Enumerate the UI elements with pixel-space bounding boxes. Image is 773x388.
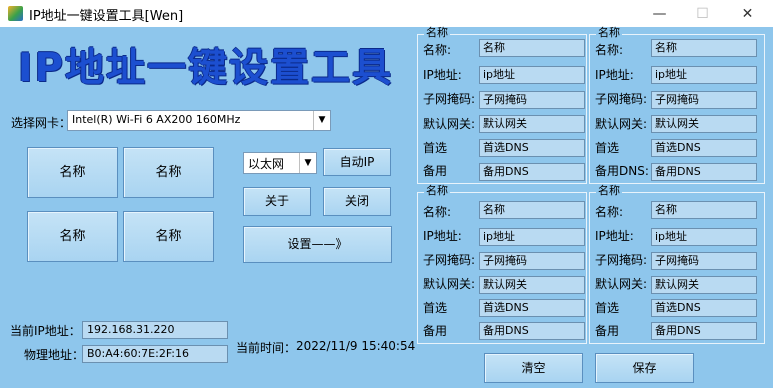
ip-label: IP地址: <box>423 68 462 82</box>
preset-button-1[interactable]: 名称 <box>27 147 118 198</box>
close-button[interactable]: 关闭 <box>323 187 391 216</box>
chevron-down-icon: ▼ <box>299 153 316 173</box>
name-label: 名称: <box>595 205 624 219</box>
primary-dns-input[interactable]: 首选DNS <box>651 139 757 157</box>
apply-settings-button[interactable]: 设置——》 <box>243 226 392 263</box>
secondary-dns-input[interactable]: 备用DNS <box>479 163 585 181</box>
current-time-value: 2022/11/9 15:40:54 <box>296 339 416 353</box>
chevron-down-icon: ▼ <box>313 111 330 130</box>
preset-group-2: 名称 名称: 名称 IP地址: ip地址 子网掩码: 子网掩码 默认网关: 默认… <box>589 27 765 184</box>
gateway-label: 默认网关: <box>423 117 476 131</box>
auto-ip-button[interactable]: 自动IP <box>323 148 391 176</box>
gateway-input[interactable]: 默认网关 <box>651 276 757 294</box>
app-icon <box>8 6 23 21</box>
subnet-label: 子网掩码: <box>423 92 476 106</box>
preset-group-3: 名称 名称: 名称 IP地址: ip地址 子网掩码: 子网掩码 默认网关: 默认… <box>417 185 587 344</box>
group-title: 名称 <box>596 184 622 197</box>
gateway-input[interactable]: 默认网关 <box>479 115 585 133</box>
connection-type-select[interactable]: 以太网 ▼ <box>243 152 317 174</box>
primary-dns-label: 首选 <box>595 141 620 155</box>
subnet-input[interactable]: 子网掩码 <box>651 252 757 270</box>
ip-input[interactable]: ip地址 <box>651 228 757 246</box>
preset-group-4: 名称 名称: 名称 IP地址: ip地址 子网掩码: 子网掩码 默认网关: 默认… <box>589 185 765 344</box>
mac-address-field: B0:A4:60:7E:2F:16 <box>82 345 228 363</box>
name-input[interactable]: 名称 <box>651 201 757 219</box>
secondary-dns-input[interactable]: 备用DNS <box>651 163 757 181</box>
gateway-label: 默认网关: <box>423 277 476 291</box>
subnet-label: 子网掩码: <box>595 92 648 106</box>
minimize-button[interactable]: — <box>637 2 682 26</box>
window-title: IP地址一键设置工具[Wen] <box>29 9 184 24</box>
secondary-dns-label: 备用 <box>595 324 620 338</box>
group-title: 名称 <box>596 26 622 39</box>
save-button[interactable]: 保存 <box>595 353 694 383</box>
about-button[interactable]: 关于 <box>243 187 311 216</box>
gateway-input[interactable]: 默认网关 <box>479 276 585 294</box>
ip-input[interactable]: ip地址 <box>479 66 585 84</box>
app-banner-title: IP地址一键设置工具 <box>18 46 394 91</box>
subnet-input[interactable]: 子网掩码 <box>479 91 585 109</box>
subnet-label: 子网掩码: <box>423 253 476 267</box>
preset-group-1: 名称 名称: 名称 IP地址: ip地址 子网掩码: 子网掩码 默认网关: 默认… <box>417 27 587 184</box>
name-label: 名称: <box>595 43 624 57</box>
gateway-input[interactable]: 默认网关 <box>651 115 757 133</box>
preset-button-3[interactable]: 名称 <box>27 211 118 262</box>
subnet-input[interactable]: 子网掩码 <box>479 252 585 270</box>
name-input[interactable]: 名称 <box>651 39 757 57</box>
app-window: IP地址一键设置工具[Wen] — ☐ ✕ IP地址一键设置工具 选择网卡： I… <box>0 0 773 388</box>
primary-dns-label: 首选 <box>423 301 448 315</box>
gateway-label: 默认网关: <box>595 277 648 291</box>
ip-label: IP地址: <box>595 68 634 82</box>
adapter-selected-value: Intel(R) Wi-Fi 6 AX200 160MHz <box>72 113 241 126</box>
title-bar: IP地址一键设置工具[Wen] — ☐ ✕ <box>0 0 773 27</box>
primary-dns-input[interactable]: 首选DNS <box>479 299 585 317</box>
current-ip-label: 当前IP地址： <box>10 324 81 338</box>
name-label: 名称: <box>423 205 452 219</box>
current-ip-field: 192.168.31.220 <box>82 321 228 339</box>
primary-dns-label: 首选 <box>595 301 620 315</box>
preset-button-4[interactable]: 名称 <box>123 211 214 262</box>
current-time-label: 当前时间： <box>236 341 297 355</box>
secondary-dns-label: 备用DNS: <box>595 164 649 178</box>
group-title: 名称 <box>424 26 450 39</box>
clear-button[interactable]: 清空 <box>484 353 583 383</box>
name-input[interactable]: 名称 <box>479 201 585 219</box>
subnet-input[interactable]: 子网掩码 <box>651 91 757 109</box>
gateway-label: 默认网关: <box>595 117 648 131</box>
adapter-label: 选择网卡： <box>11 116 72 130</box>
name-input[interactable]: 名称 <box>479 39 585 57</box>
connection-type-value: 以太网 <box>248 157 285 171</box>
close-window-button[interactable]: ✕ <box>725 2 770 26</box>
secondary-dns-label: 备用 <box>423 164 448 178</box>
secondary-dns-input[interactable]: 备用DNS <box>479 322 585 340</box>
maximize-button[interactable]: ☐ <box>680 2 725 26</box>
ip-input[interactable]: ip地址 <box>479 228 585 246</box>
primary-dns-input[interactable]: 首选DNS <box>651 299 757 317</box>
secondary-dns-label: 备用 <box>423 324 448 338</box>
group-title: 名称 <box>424 184 450 197</box>
ip-label: IP地址: <box>423 229 462 243</box>
ip-label: IP地址: <box>595 229 634 243</box>
primary-dns-label: 首选 <box>423 141 448 155</box>
name-label: 名称: <box>423 43 452 57</box>
subnet-label: 子网掩码: <box>595 253 648 267</box>
preset-button-2[interactable]: 名称 <box>123 147 214 198</box>
adapter-select[interactable]: Intel(R) Wi-Fi 6 AX200 160MHz ▼ <box>67 110 331 131</box>
primary-dns-input[interactable]: 首选DNS <box>479 139 585 157</box>
ip-input[interactable]: ip地址 <box>651 66 757 84</box>
secondary-dns-input[interactable]: 备用DNS <box>651 322 757 340</box>
mac-address-label: 物理地址： <box>24 348 85 362</box>
